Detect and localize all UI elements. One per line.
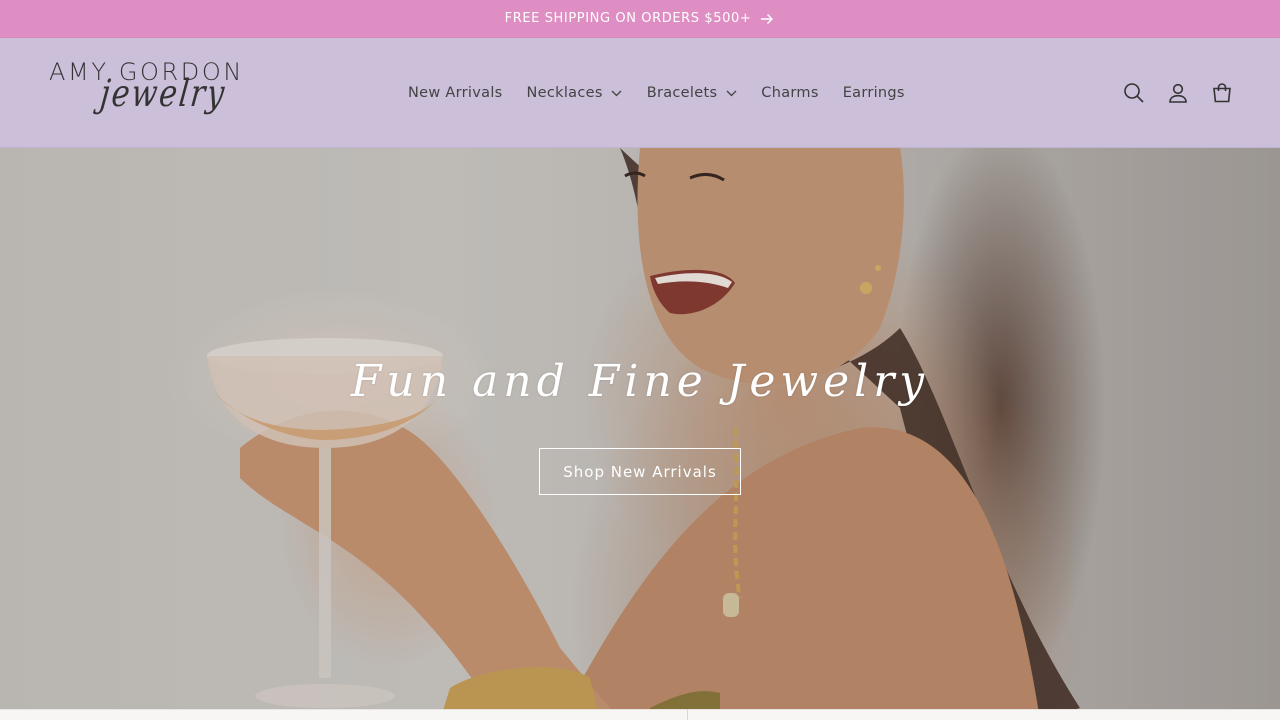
nav-item-new-arrivals[interactable]: New Arrivals bbox=[396, 73, 515, 113]
logo-script: jewelry bbox=[98, 72, 229, 116]
account-icon[interactable] bbox=[1158, 71, 1198, 115]
chevron-down-icon bbox=[725, 87, 737, 99]
logo[interactable]: AMY GORDON jewelry bbox=[49, 58, 254, 126]
cart-icon[interactable] bbox=[1202, 71, 1242, 115]
nav-item-label: Bracelets bbox=[646, 85, 718, 101]
header-icons bbox=[1114, 71, 1242, 115]
nav-item-earrings[interactable]: Earrings bbox=[831, 73, 917, 113]
hero-title: Fun and Fine Jewelry bbox=[350, 356, 930, 407]
chevron-down-icon bbox=[611, 87, 623, 99]
nav-item-charms[interactable]: Charms bbox=[749, 73, 830, 113]
search-icon[interactable] bbox=[1114, 71, 1154, 115]
announcement-bar[interactable]: FREE SHIPPING ON ORDERS $500+ bbox=[0, 0, 1280, 38]
section-divider bbox=[687, 709, 688, 720]
hero-content: Fun and Fine Jewelry Shop New Arrivals bbox=[0, 148, 1280, 720]
nav-item-necklaces[interactable]: Necklaces bbox=[515, 73, 635, 113]
shop-new-arrivals-button[interactable]: Shop New Arrivals bbox=[539, 448, 741, 495]
nav-item-bracelets[interactable]: Bracelets bbox=[635, 73, 750, 113]
next-section-edge bbox=[0, 709, 1280, 720]
nav-item-label: Charms bbox=[761, 85, 819, 101]
arrow-right-icon[interactable] bbox=[759, 11, 775, 27]
site-header: AMY GORDON jewelry New Arrivals Necklace… bbox=[0, 38, 1280, 148]
nav-item-label: Necklaces bbox=[526, 85, 603, 101]
hero-banner: Fun and Fine Jewelry Shop New Arrivals bbox=[0, 148, 1280, 720]
nav-item-label: New Arrivals bbox=[408, 85, 503, 101]
announcement-text[interactable]: FREE SHIPPING ON ORDERS $500+ bbox=[505, 11, 752, 26]
nav-item-label: Earrings bbox=[842, 85, 905, 101]
main-nav: New Arrivals Necklaces Bracelets Charms … bbox=[396, 38, 917, 148]
